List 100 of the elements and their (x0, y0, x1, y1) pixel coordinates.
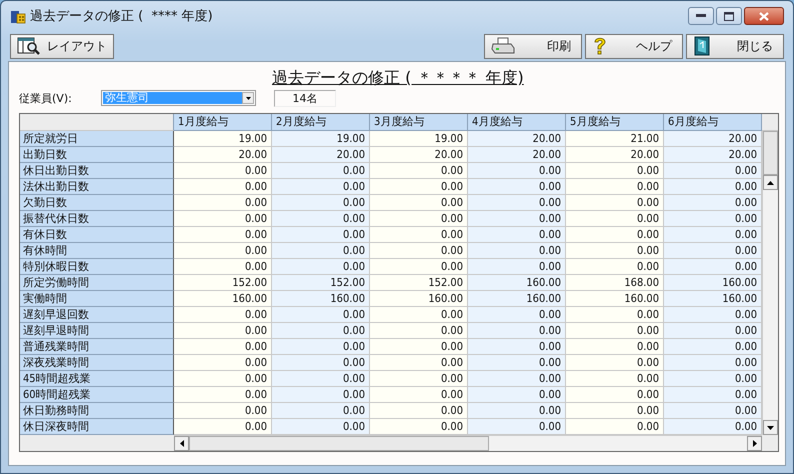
table-cell[interactable]: 0.00 (174, 403, 272, 419)
table-cell[interactable]: 152.00 (174, 275, 272, 291)
minimize-button[interactable] (688, 7, 714, 25)
table-cell[interactable]: 19.00 (174, 131, 272, 147)
table-cell[interactable]: 0.00 (272, 323, 370, 339)
table-cell[interactable]: 0.00 (566, 355, 664, 371)
vertical-scrollbar[interactable] (762, 131, 778, 435)
scroll-up-button[interactable] (763, 175, 778, 190)
table-cell[interactable]: 20.00 (664, 131, 762, 147)
table-cell[interactable]: 0.00 (174, 323, 272, 339)
table-cell[interactable]: 0.00 (272, 355, 370, 371)
table-cell[interactable]: 160.00 (174, 291, 272, 307)
table-cell[interactable]: 0.00 (468, 163, 566, 179)
table-cell[interactable]: 0.00 (370, 179, 468, 195)
table-cell[interactable]: 0.00 (566, 307, 664, 323)
table-cell[interactable]: 21.00 (566, 131, 664, 147)
table-cell[interactable]: 20.00 (370, 147, 468, 163)
table-cell[interactable]: 152.00 (370, 275, 468, 291)
table-cell[interactable]: 160.00 (468, 275, 566, 291)
column-header[interactable]: 5月度給与 (566, 114, 664, 131)
close-button[interactable] (744, 7, 784, 25)
table-cell[interactable]: 0.00 (174, 227, 272, 243)
table-cell[interactable]: 0.00 (664, 355, 762, 371)
column-header[interactable]: 1月度給与 (174, 114, 272, 131)
table-cell[interactable]: 0.00 (370, 371, 468, 387)
table-cell[interactable]: 0.00 (566, 403, 664, 419)
table-cell[interactable]: 0.00 (664, 387, 762, 403)
table-cell[interactable]: 0.00 (664, 323, 762, 339)
table-cell[interactable]: 0.00 (272, 259, 370, 275)
table-cell[interactable]: 0.00 (370, 259, 468, 275)
table-cell[interactable]: 0.00 (566, 419, 664, 435)
table-cell[interactable]: 0.00 (468, 323, 566, 339)
table-cell[interactable]: 0.00 (272, 371, 370, 387)
scroll-down-button[interactable] (763, 420, 778, 435)
table-cell[interactable]: 0.00 (566, 163, 664, 179)
table-cell[interactable]: 0.00 (272, 307, 370, 323)
scroll-thumb[interactable] (763, 131, 778, 175)
table-cell[interactable]: 0.00 (174, 259, 272, 275)
table-cell[interactable]: 0.00 (664, 259, 762, 275)
table-cell[interactable]: 0.00 (174, 195, 272, 211)
table-cell[interactable]: 0.00 (566, 259, 664, 275)
table-cell[interactable]: 0.00 (566, 323, 664, 339)
table-cell[interactable]: 0.00 (370, 163, 468, 179)
table-cell[interactable]: 20.00 (174, 147, 272, 163)
table-cell[interactable]: 0.00 (664, 211, 762, 227)
table-cell[interactable]: 0.00 (272, 419, 370, 435)
table-cell[interactable]: 0.00 (174, 371, 272, 387)
table-cell[interactable]: 0.00 (468, 179, 566, 195)
table-cell[interactable]: 0.00 (468, 371, 566, 387)
table-cell[interactable]: 0.00 (566, 195, 664, 211)
horizontal-scrollbar[interactable] (174, 435, 762, 451)
scroll-right-button[interactable] (747, 436, 762, 451)
table-cell[interactable]: 0.00 (272, 227, 370, 243)
table-cell[interactable]: 20.00 (468, 147, 566, 163)
table-cell[interactable]: 152.00 (272, 275, 370, 291)
column-header[interactable]: 4月度給与 (468, 114, 566, 131)
table-cell[interactable]: 0.00 (370, 419, 468, 435)
table-cell[interactable]: 0.00 (174, 307, 272, 323)
table-cell[interactable]: 0.00 (468, 419, 566, 435)
scroll-left-button[interactable] (174, 436, 189, 451)
table-cell[interactable]: 0.00 (272, 163, 370, 179)
table-cell[interactable]: 0.00 (664, 371, 762, 387)
table-cell[interactable]: 0.00 (370, 307, 468, 323)
table-cell[interactable]: 0.00 (370, 355, 468, 371)
table-cell[interactable]: 160.00 (468, 291, 566, 307)
table-cell[interactable]: 0.00 (468, 227, 566, 243)
table-cell[interactable]: 0.00 (566, 243, 664, 259)
table-cell[interactable]: 0.00 (174, 211, 272, 227)
table-cell[interactable]: 0.00 (272, 195, 370, 211)
table-cell[interactable]: 0.00 (468, 307, 566, 323)
table-cell[interactable]: 0.00 (272, 211, 370, 227)
maximize-button[interactable] (716, 7, 742, 25)
table-cell[interactable]: 0.00 (468, 355, 566, 371)
layout-button[interactable]: レイアウト (10, 34, 114, 58)
table-cell[interactable]: 0.00 (272, 339, 370, 355)
table-cell[interactable]: 20.00 (272, 147, 370, 163)
table-cell[interactable]: 160.00 (566, 291, 664, 307)
table-cell[interactable]: 19.00 (370, 131, 468, 147)
table-cell[interactable]: 0.00 (468, 195, 566, 211)
table-cell[interactable]: 160.00 (370, 291, 468, 307)
table-cell[interactable]: 20.00 (664, 147, 762, 163)
table-cell[interactable]: 0.00 (272, 387, 370, 403)
table-cell[interactable]: 0.00 (468, 211, 566, 227)
table-cell[interactable]: 0.00 (566, 387, 664, 403)
table-cell[interactable]: 0.00 (370, 403, 468, 419)
table-cell[interactable]: 20.00 (566, 147, 664, 163)
table-cell[interactable]: 160.00 (664, 275, 762, 291)
table-cell[interactable]: 0.00 (664, 195, 762, 211)
table-cell[interactable]: 0.00 (370, 387, 468, 403)
table-cell[interactable]: 20.00 (468, 131, 566, 147)
table-cell[interactable]: 0.00 (370, 227, 468, 243)
table-cell[interactable]: 0.00 (370, 195, 468, 211)
table-cell[interactable]: 0.00 (468, 387, 566, 403)
table-cell[interactable]: 0.00 (174, 419, 272, 435)
table-cell[interactable]: 0.00 (272, 243, 370, 259)
table-cell[interactable]: 0.00 (370, 339, 468, 355)
table-cell[interactable]: 0.00 (174, 163, 272, 179)
column-header[interactable]: 2月度給与 (272, 114, 370, 131)
close-button[interactable]: 閉じる (686, 34, 784, 58)
table-cell[interactable]: 0.00 (468, 259, 566, 275)
